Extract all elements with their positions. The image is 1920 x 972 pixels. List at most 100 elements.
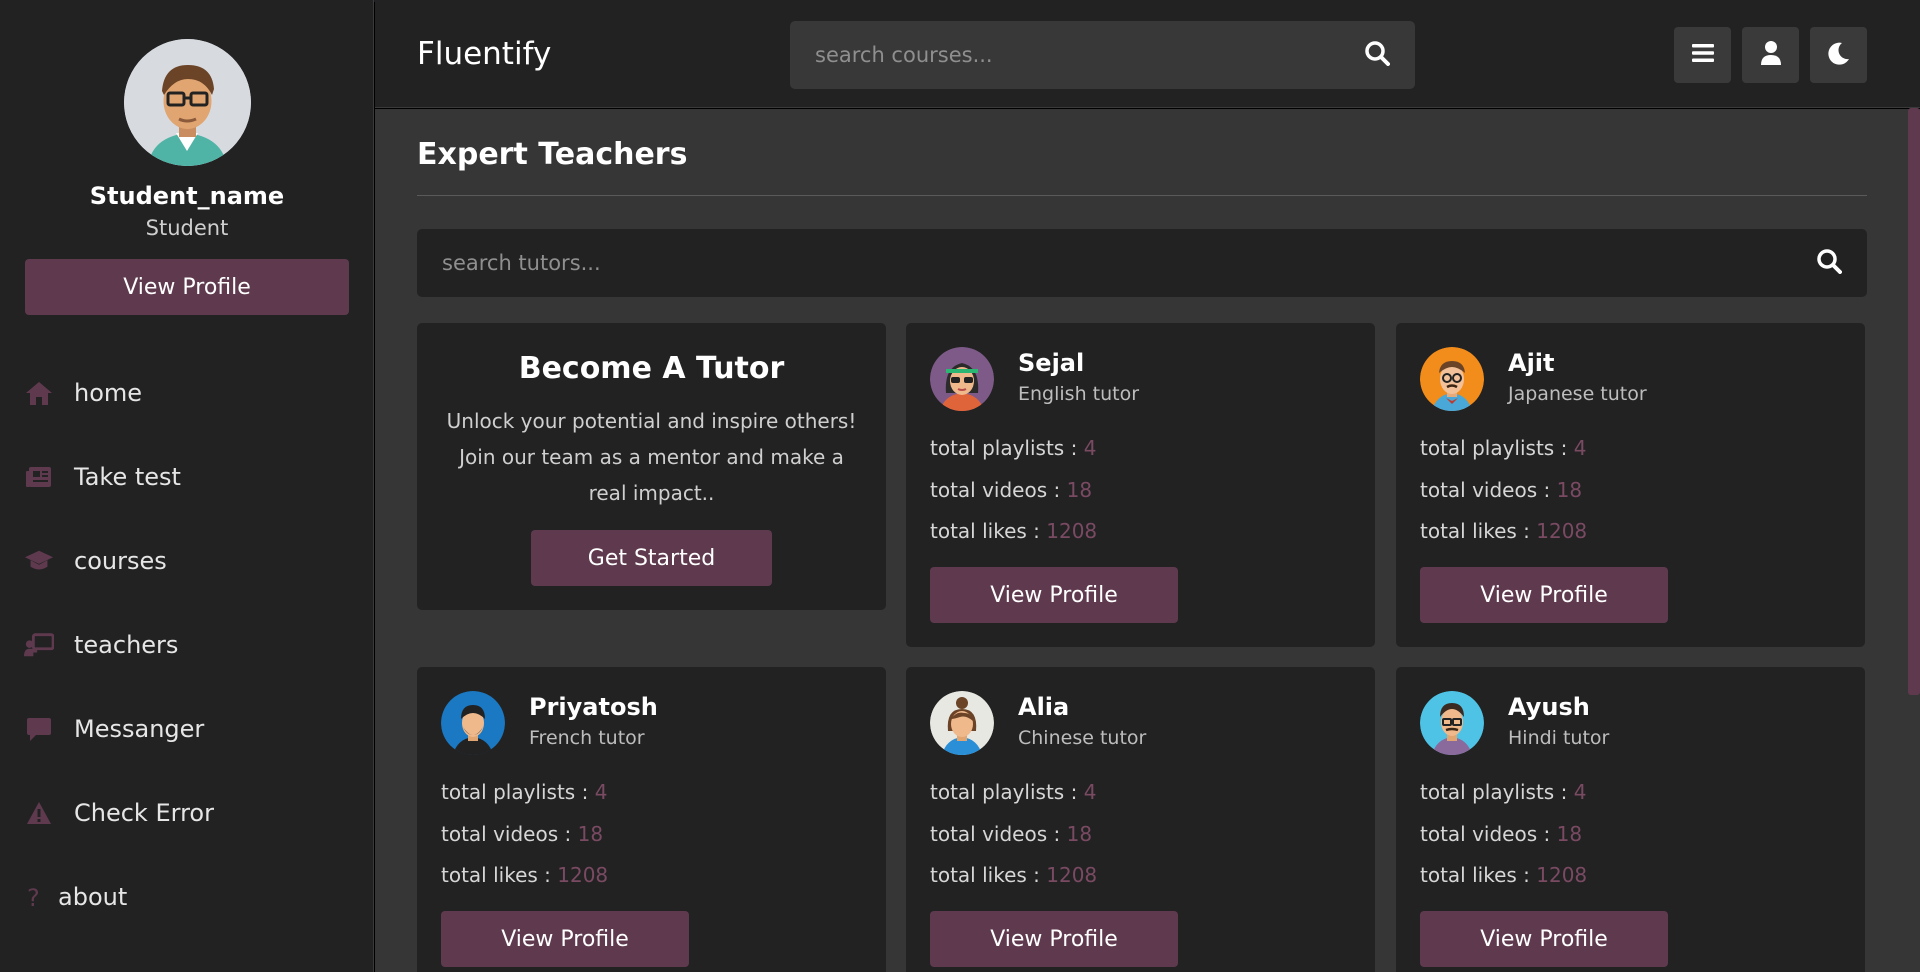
sidebar-item-about[interactable]: ? about bbox=[24, 877, 127, 917]
sidebar-item-take-test[interactable]: Take test bbox=[24, 457, 181, 497]
tutor-videos: total videos : 18 bbox=[930, 478, 1092, 502]
stat-label: total likes : bbox=[1420, 519, 1537, 543]
menu-button[interactable] bbox=[1674, 27, 1731, 83]
graduation-cap-icon bbox=[24, 546, 54, 576]
newspaper-icon bbox=[24, 462, 54, 492]
become-tutor-card: Become A Tutor Unlock your potential and… bbox=[417, 323, 886, 610]
search-icon[interactable] bbox=[1816, 248, 1842, 278]
tutor-likes: total likes : 1208 bbox=[930, 519, 1097, 543]
stat-value: 18 bbox=[1556, 822, 1583, 846]
user-icon bbox=[1760, 40, 1782, 70]
stat-value: 18 bbox=[1556, 478, 1583, 502]
stat-value: 4 bbox=[1573, 436, 1587, 460]
tutor-subject: Hindi tutor bbox=[1508, 727, 1610, 749]
tutor-name: Sejal bbox=[1018, 349, 1085, 377]
student-role: Student bbox=[145, 216, 229, 240]
tutor-view-profile-button[interactable]: View Profile bbox=[1420, 911, 1668, 967]
tutor-avatar bbox=[441, 691, 505, 755]
stat-value: 1208 bbox=[1046, 519, 1098, 543]
stat-value: 1208 bbox=[1536, 519, 1588, 543]
course-search-placeholder: search courses... bbox=[815, 43, 993, 67]
stat-label: total playlists : bbox=[930, 780, 1084, 804]
question-icon: ? bbox=[24, 882, 44, 912]
tutor-search-placeholder: search tutors... bbox=[442, 251, 601, 275]
tutor-likes: total likes : 1208 bbox=[441, 863, 608, 887]
sidebar-view-profile-button[interactable]: View Profile bbox=[25, 259, 349, 315]
stat-label: total videos : bbox=[930, 822, 1067, 846]
page-scrollbar[interactable] bbox=[1908, 108, 1920, 695]
tutor-name: Ajit bbox=[1508, 349, 1555, 377]
tutor-avatar bbox=[1420, 691, 1484, 755]
tutor-subject: English tutor bbox=[1018, 383, 1140, 405]
stat-value: 18 bbox=[577, 822, 604, 846]
tutor-videos: total videos : 18 bbox=[441, 822, 603, 846]
tutor-view-profile-button[interactable]: View Profile bbox=[930, 567, 1178, 623]
menu-icon bbox=[1691, 43, 1715, 67]
tutor-videos: total videos : 18 bbox=[1420, 478, 1582, 502]
sidebar-item-check-error[interactable]: Check Error bbox=[24, 793, 214, 833]
warning-icon bbox=[24, 798, 54, 828]
moon-icon bbox=[1827, 41, 1851, 69]
stat-value: 4 bbox=[1083, 436, 1097, 460]
sidebar-item-courses[interactable]: courses bbox=[24, 541, 167, 581]
tutor-card: Ayush Hindi tutor total playlists : 4 to… bbox=[1396, 667, 1865, 972]
tutor-avatar bbox=[930, 347, 994, 411]
tutor-card: Ajit Japanese tutor total playlists : 4 … bbox=[1396, 323, 1865, 647]
stat-label: total likes : bbox=[930, 519, 1047, 543]
teacher-icon bbox=[24, 630, 54, 660]
theme-toggle-button[interactable] bbox=[1810, 27, 1867, 83]
sidebar-item-messanger[interactable]: Messanger bbox=[24, 709, 204, 749]
tutor-playlists: total playlists : 4 bbox=[1420, 780, 1586, 804]
message-icon bbox=[24, 714, 54, 744]
app-logo[interactable]: Fluentify bbox=[417, 36, 551, 72]
tutor-name: Ayush bbox=[1508, 693, 1590, 721]
tutor-card: Alia Chinese tutor total playlists : 4 t… bbox=[906, 667, 1375, 972]
become-tutor-text: Unlock your potential and inspire others… bbox=[446, 409, 857, 505]
stat-value: 1208 bbox=[1046, 863, 1098, 887]
stat-label: total likes : bbox=[441, 863, 558, 887]
tutor-videos: total videos : 18 bbox=[1420, 822, 1582, 846]
stat-label: total videos : bbox=[441, 822, 578, 846]
sidebar-item-teachers[interactable]: teachers bbox=[24, 625, 178, 665]
search-icon[interactable] bbox=[1364, 40, 1390, 70]
tutor-view-profile-button[interactable]: View Profile bbox=[1420, 567, 1668, 623]
get-started-button[interactable]: Get Started bbox=[531, 530, 772, 586]
page-title: Expert Teachers bbox=[417, 137, 688, 172]
tutor-view-profile-button[interactable]: View Profile bbox=[930, 911, 1178, 967]
tutor-avatar bbox=[1420, 347, 1484, 411]
tutor-subject: Japanese tutor bbox=[1508, 383, 1647, 405]
app-root: Student_name Student View Profile home T… bbox=[0, 0, 1920, 972]
stat-label: total videos : bbox=[1420, 478, 1557, 502]
sidebar-item-label: Messanger bbox=[74, 715, 205, 743]
top-header: Fluentify search courses... bbox=[375, 0, 1920, 108]
stat-value: 1208 bbox=[1536, 863, 1588, 887]
tutor-name: Alia bbox=[1018, 693, 1070, 721]
tutor-likes: total likes : 1208 bbox=[1420, 519, 1587, 543]
home-icon bbox=[24, 378, 54, 408]
tutor-search-input[interactable]: search tutors... bbox=[417, 229, 1867, 297]
tutor-subject: French tutor bbox=[529, 727, 645, 749]
tutor-subject: Chinese tutor bbox=[1018, 727, 1147, 749]
tutor-card: Sejal English tutor total playlists : 4 … bbox=[906, 323, 1375, 647]
stat-label: total likes : bbox=[1420, 863, 1537, 887]
main-content: Expert Teachers search tutors... Become … bbox=[375, 109, 1920, 972]
tutor-likes: total likes : 1208 bbox=[1420, 863, 1587, 887]
user-button[interactable] bbox=[1742, 27, 1799, 83]
sidebar-item-label: courses bbox=[74, 547, 167, 575]
stat-label: total likes : bbox=[930, 863, 1047, 887]
stat-label: total videos : bbox=[930, 478, 1067, 502]
tutor-playlists: total playlists : 4 bbox=[930, 436, 1096, 460]
tutor-name: Priyatosh bbox=[529, 693, 658, 721]
stat-label: total videos : bbox=[1420, 822, 1557, 846]
tutor-avatar bbox=[930, 691, 994, 755]
title-divider bbox=[417, 195, 1867, 196]
stat-value: 1208 bbox=[557, 863, 609, 887]
course-search-input[interactable]: search courses... bbox=[790, 21, 1415, 89]
stat-value: 18 bbox=[1066, 822, 1093, 846]
sidebar-item-label: Take test bbox=[74, 463, 181, 491]
stat-label: total playlists : bbox=[1420, 436, 1574, 460]
stat-value: 18 bbox=[1066, 478, 1093, 502]
sidebar-item-home[interactable]: home bbox=[24, 373, 142, 413]
sidebar-item-label: teachers bbox=[74, 631, 179, 659]
tutor-view-profile-button[interactable]: View Profile bbox=[441, 911, 689, 967]
